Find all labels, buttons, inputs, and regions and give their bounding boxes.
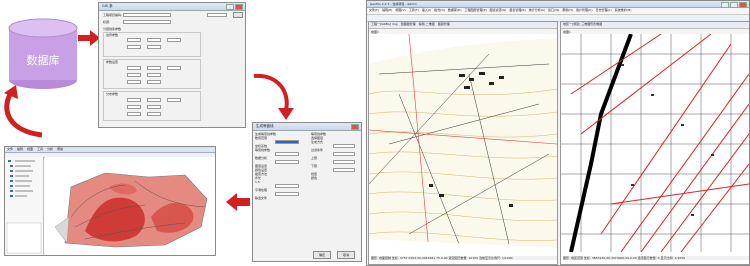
project-code-field[interactable] [123, 13, 171, 17]
left-status-bar: 图形: 地面控制 坐标: 3757.0152,30,3043461.75.0.0… [371, 256, 557, 260]
project-code-label: 工程项目编码: [103, 13, 123, 17]
title-field[interactable] [123, 20, 171, 24]
layer-params-label: 分层线条参数 [103, 27, 122, 31]
contour-app-window: 文件 编辑 视图 工具 分析 帮助 [4, 146, 216, 256]
arrow-left-icon [226, 193, 250, 211]
index-field[interactable] [207, 13, 227, 17]
close-icon[interactable] [739, 2, 747, 8]
distribution-group-label: 分布参数 [106, 92, 119, 96]
gis-app-title: GeoPro 2.2.7 - 当前项目 - admin [367, 1, 749, 8]
step-field[interactable] [275, 184, 299, 188]
right-map-panel: 地区一[测区] 三维图形影像图 地图1 图形: 地区范围 坐标: 3853130… [560, 21, 749, 265]
settings-left-column: 生成等值线参数 数值范围 坐标系统 等值线参数 数据分析 图层设置 颜色设置 插… [255, 132, 309, 200]
curved-arrow-icon [253, 73, 294, 120]
smooth-field[interactable] [275, 192, 299, 196]
close-icon[interactable] [235, 4, 243, 10]
boundary-group-label: 边界参数 [106, 33, 119, 37]
right-topo-map[interactable] [561, 34, 749, 252]
maximize-icon[interactable] [730, 2, 738, 8]
mode-field[interactable] [333, 144, 355, 148]
left-panel-toolbar: 工程一[GREG] dog 剖面图管理 编辑-二维图 图层管理 [369, 22, 557, 29]
browse-button[interactable]: … [233, 12, 243, 18]
title-label: 标题: [103, 20, 111, 24]
cancel-button[interactable]: 取消 [337, 251, 355, 259]
contour-map[interactable] [45, 157, 215, 255]
contour-tree-panel [5, 157, 44, 255]
database-label: 数据库 [26, 54, 60, 67]
arrow-right-icon [78, 30, 100, 46]
curved-arrow-icon [4, 85, 43, 138]
settings-right-column: 等值线参数 选择图层 生成方式 过滤条件 上限 下限 线型 颜色 [311, 132, 359, 180]
analysis-field[interactable] [275, 160, 299, 164]
settings-window-title: 生成等值线 [253, 123, 361, 131]
settings-group-label: 参数设置 [106, 60, 119, 64]
upper-field[interactable] [333, 160, 355, 164]
gis-app-window: GeoPro 2.2.7 - 当前项目 - admin 文件(F) 编辑(E) … [366, 0, 750, 266]
left-topo-map[interactable] [369, 34, 557, 252]
filter-field[interactable] [333, 152, 355, 156]
gis-menubar: 文件(F) 编辑(E) 视图(V) 工具(T) 插入(I) 格式(O) 数据库(… [367, 8, 749, 15]
contour-field[interactable] [275, 152, 299, 156]
minimize-icon[interactable] [226, 4, 234, 10]
range-select[interactable] [275, 140, 299, 144]
close-icon[interactable] [351, 124, 359, 130]
params-window-title: GIS 参 [99, 3, 245, 11]
left-map-panel: 工程一[GREG] dog 剖面图管理 编辑-二维图 图层管理 地图1 图形: … [368, 21, 558, 265]
right-panel-toolbar: 地区一[测区] 三维图形影像图 [561, 22, 749, 29]
right-status-bar: 图形: 地区范围 坐标: 3853130,00,3974000,00,0.00 … [563, 256, 749, 260]
params-window: GIS 参 工程项目编码: 标题: … 分层线条参数 边界参数 参数设置 分布参… [98, 2, 246, 128]
settings-window: 生成等值线 生成等值线参数 数值范围 坐标系统 等值线参数 数据分析 图层设置 … [252, 122, 362, 262]
minimize-icon[interactable] [721, 2, 729, 8]
ok-button[interactable]: 确定 [313, 251, 331, 259]
lower-field[interactable] [333, 168, 355, 172]
